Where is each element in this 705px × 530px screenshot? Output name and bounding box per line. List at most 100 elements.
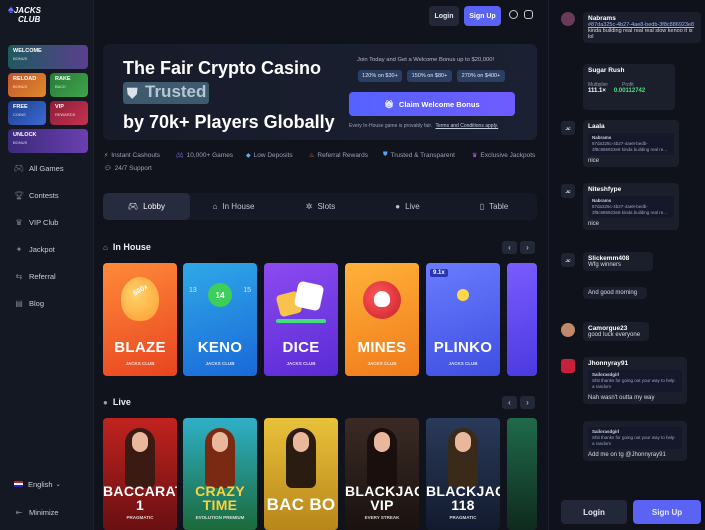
chat-login-button[interactable]: Login [561, 500, 627, 524]
dealer-face [132, 432, 148, 452]
promo-sub: REWARDS [55, 112, 76, 117]
avatar: JC [561, 253, 575, 267]
game-card-partial[interactable] [507, 263, 537, 376]
search-icon[interactable] [509, 10, 518, 19]
nav-blog[interactable]: ▤ Blog [14, 296, 44, 310]
live-next-arrow[interactable]: › [520, 396, 535, 409]
keno-ball-icon: 14 [208, 283, 232, 307]
document-icon: ▤ [15, 298, 23, 308]
quoted-message: Sailorasdgirl Shit thanks for going out y… [588, 370, 682, 392]
fireball-icon [121, 277, 159, 321]
nav-label: Jackpot [29, 244, 55, 254]
shield-icon: ⛊ [383, 152, 388, 158]
nav-jackpot[interactable]: ✦ Jackpot [14, 242, 55, 256]
gamepad-icon: 🎮︎ [13, 163, 25, 173]
tab-table[interactable]: ▯ Table [451, 193, 537, 220]
avatar [561, 323, 575, 337]
jacks-club-logo[interactable]: ♠JACKS CLUB [8, 5, 41, 32]
chevron-right-icon: › [526, 243, 529, 252]
nav-referral[interactable]: ⇆ Referral [14, 269, 56, 283]
feature-instant-cashouts: ⚡︎ Instant Cashouts [104, 152, 160, 159]
live-card-blackjack-vip[interactable]: BLACKJACK VIP EVERY STREAK [345, 418, 419, 530]
feature-label: Exclusive Jackpots [480, 152, 536, 159]
nav-contests[interactable]: 🏆︎ Contests [14, 188, 59, 202]
quoted-text: 87da325c-4b27-4ae8-bedb-3f8c886923e8 kin… [592, 141, 668, 152]
avatar: JC [561, 184, 575, 198]
game-provider: JACKS CLUB [367, 361, 397, 366]
promo-reload-bonus[interactable]: RELOAD BONUS [8, 73, 46, 97]
live-card-baccarat[interactable]: BACCARAT 1 PRAGMATIC [103, 418, 177, 530]
crown-icon: ♛ [472, 153, 478, 159]
promo-vip-rewards[interactable]: VIP REWARDS [50, 101, 88, 125]
live-card-bac-bo[interactable]: BAC BO [264, 418, 338, 530]
tab-in-house[interactable]: ⌂ In House [190, 193, 277, 220]
minimize-button[interactable]: ⇤ Minimize [14, 505, 59, 519]
claim-welcome-bonus-button[interactable]: 🎁︎ Claim Welcome Bonus [349, 92, 515, 116]
game-name: CRAZY TIME [195, 483, 245, 513]
section-label: Live [112, 397, 131, 407]
promo-rakeback[interactable]: RAKE BACK [50, 73, 88, 97]
promo-title: WELCOME [13, 48, 42, 54]
game-name: BACCARAT 1 [103, 483, 177, 513]
chat-bet-share[interactable]: Sugar Rush Multiplier Profit 111.1× 0.0011… [583, 64, 675, 110]
game-name: KENO [197, 339, 243, 356]
feature-low-deposits: ◆ Low Deposits [246, 152, 293, 159]
promo-free-coins[interactable]: FREE COINS [8, 101, 46, 125]
trusted-label: Trusted [145, 82, 207, 101]
live-card-blackjack-118[interactable]: BLACKJACK 118 PRAGMATIC [426, 418, 500, 530]
inhouse-next-arrow[interactable]: › [520, 241, 535, 254]
quoted-message: Nabrams 87da325c-4b27-4ae8-bedb-3f8c88692… [588, 133, 674, 155]
chat-toggle-icon[interactable] [524, 10, 533, 19]
inhouse-prev-arrow[interactable]: ‹ [502, 241, 517, 254]
chat-panel: Nabrams #87da325c-4b27-4ae8-bedb-3f8c886… [548, 0, 705, 530]
live-card-partial[interactable] [507, 418, 537, 530]
game-card-plinko[interactable]: 9.1x PLINKO JACKS CLUB [426, 263, 500, 376]
bonus-tier-1: 120% on $30+ [358, 70, 402, 82]
chat-text: Wfg winners [588, 262, 622, 268]
login-button[interactable]: Login [429, 6, 459, 26]
live-prev-arrow[interactable]: ‹ [502, 396, 517, 409]
feature-label: Trusted & Transparent [390, 152, 455, 159]
tab-live[interactable]: ● Live [364, 193, 451, 220]
gamepad-icon: 🎮︎ [176, 153, 184, 159]
game-card-keno[interactable]: 13 14 15 KENO JACKS CLUB [183, 263, 257, 376]
hero-banner: The Fair Crypto Casino ⛊ Trusted by 70k+ … [103, 44, 537, 140]
feature-support: 💬︎ 24/7 Support [104, 165, 152, 172]
feature-label: 24/7 Support [114, 165, 152, 172]
language-selector[interactable]: English ⌄ [14, 477, 61, 491]
live-card-crazy-time[interactable]: CRAZY TIME EVOLUTION PREMIUM [183, 418, 257, 530]
feature-label: Referral Rewards [317, 152, 368, 159]
game-card-blaze[interactable]: 500x BLAZE JACKS CLUB [103, 263, 177, 376]
signup-button[interactable]: Sign Up [464, 6, 501, 26]
tab-label: Lobby [143, 202, 165, 211]
chat-message: Sailorasdgirl Shit thanks for going out y… [583, 421, 687, 461]
nav-all-games[interactable]: 🎮︎ All Games [14, 161, 64, 175]
chat-message: Nabrams #87da325c-4b27-4ae8-bedb-3f8c886… [583, 12, 701, 43]
nav-vip-club[interactable]: ♛ VIP Club [14, 215, 58, 229]
game-provider: EVERY STREAK [364, 515, 400, 520]
gift-icon: 🎁︎ [384, 99, 394, 109]
slots-icon: ✲ [305, 202, 313, 211]
chat-text: nice [588, 158, 600, 164]
chevron-left-icon: ‹ [508, 398, 511, 407]
promo-unlock-bonus[interactable]: UNLOCK BONUS [8, 129, 88, 153]
quoted-text: 87da325c-4b27-4ae8-bedb-3f8c886923e8 kin… [592, 204, 668, 215]
tab-lobby[interactable]: 🎮︎ Lobby [103, 193, 190, 220]
quoted-username: Sailorasdgirl [592, 429, 620, 434]
chat-signup-button[interactable]: Sign Up [633, 500, 701, 524]
promo-title: FREE [13, 104, 28, 110]
promo-welcome-bonus[interactable]: WELCOME BONUS [8, 45, 88, 69]
game-card-dice[interactable]: DICE JACKS CLUB [264, 263, 338, 376]
tab-label: Live [405, 202, 420, 211]
quoted-username: Nabrams [592, 135, 612, 140]
quoted-text: Shit thanks for going out your way to he… [592, 378, 675, 389]
feature-label: Instant Cashouts [111, 152, 160, 159]
game-card-mines[interactable]: MINES JACKS CLUB [345, 263, 419, 376]
terms-link[interactable]: Terms and Conditions apply. [435, 123, 498, 129]
feature-referral-rewards: ♨ Referral Rewards [309, 152, 368, 159]
inhouse-section-title: ⌂ In House [103, 242, 151, 252]
tab-slots[interactable]: ✲ Slots [277, 193, 364, 220]
slider-bar-icon [276, 319, 326, 323]
chat-username: Slickemm408 [588, 255, 630, 262]
chat-username: Jhonnyray91 [588, 360, 629, 367]
